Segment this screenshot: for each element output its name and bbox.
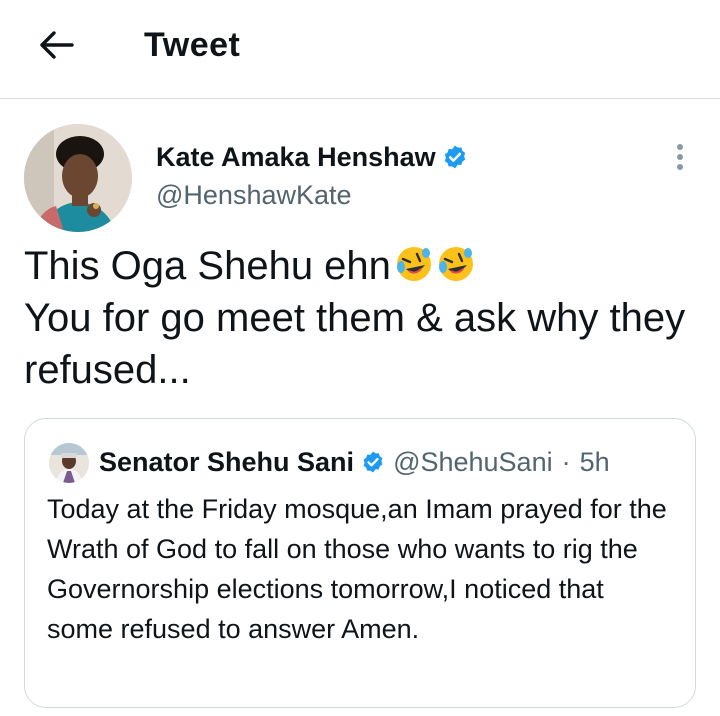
separator-dot: · <box>561 446 571 477</box>
arrow-left-icon <box>40 31 74 59</box>
more-vertical-icon <box>677 144 683 170</box>
quoted-tweet-timestamp[interactable]: 5h <box>580 447 610 478</box>
tweet-text-line-1: This Oga Shehu ehn <box>24 244 391 288</box>
rolling-on-floor-laughing-icon <box>438 247 473 281</box>
quoted-tweet-text: Today at the Friday mosque,an Imam praye… <box>47 494 667 644</box>
tweet-text-line-2: You for go meet them & ask why they refu… <box>24 296 686 392</box>
top-bar: Tweet <box>0 0 720 99</box>
verified-badge-icon <box>361 450 385 474</box>
tweet-text: This Oga Shehu ehn You for go meet them … <box>24 240 704 396</box>
quoted-author-handle[interactable]: @ShehuSani <box>393 447 553 478</box>
rolling-on-floor-laughing-icon <box>396 247 431 281</box>
author-avatar-image <box>24 124 132 232</box>
page-title: Tweet <box>144 26 241 64</box>
quoted-tweet-header: Senator Shehu Sani @ShehuSani · 5h <box>99 444 610 480</box>
back-button[interactable] <box>30 22 82 68</box>
author-name-text: Kate Amaka Henshaw <box>156 142 436 172</box>
more-options-button[interactable] <box>664 140 696 174</box>
author-avatar[interactable] <box>24 124 132 232</box>
author-handle[interactable]: @HenshawKate <box>156 178 352 212</box>
quoted-author-name[interactable]: Senator Shehu Sani <box>99 447 354 478</box>
quoted-author-avatar[interactable] <box>49 443 89 483</box>
quoted-tweet-card[interactable]: Senator Shehu Sani @ShehuSani · 5h Today… <box>24 418 696 708</box>
quoted-author-avatar-image <box>49 443 89 483</box>
author-name[interactable]: Kate Amaka Henshaw <box>156 140 468 174</box>
verified-badge-icon <box>442 144 468 170</box>
